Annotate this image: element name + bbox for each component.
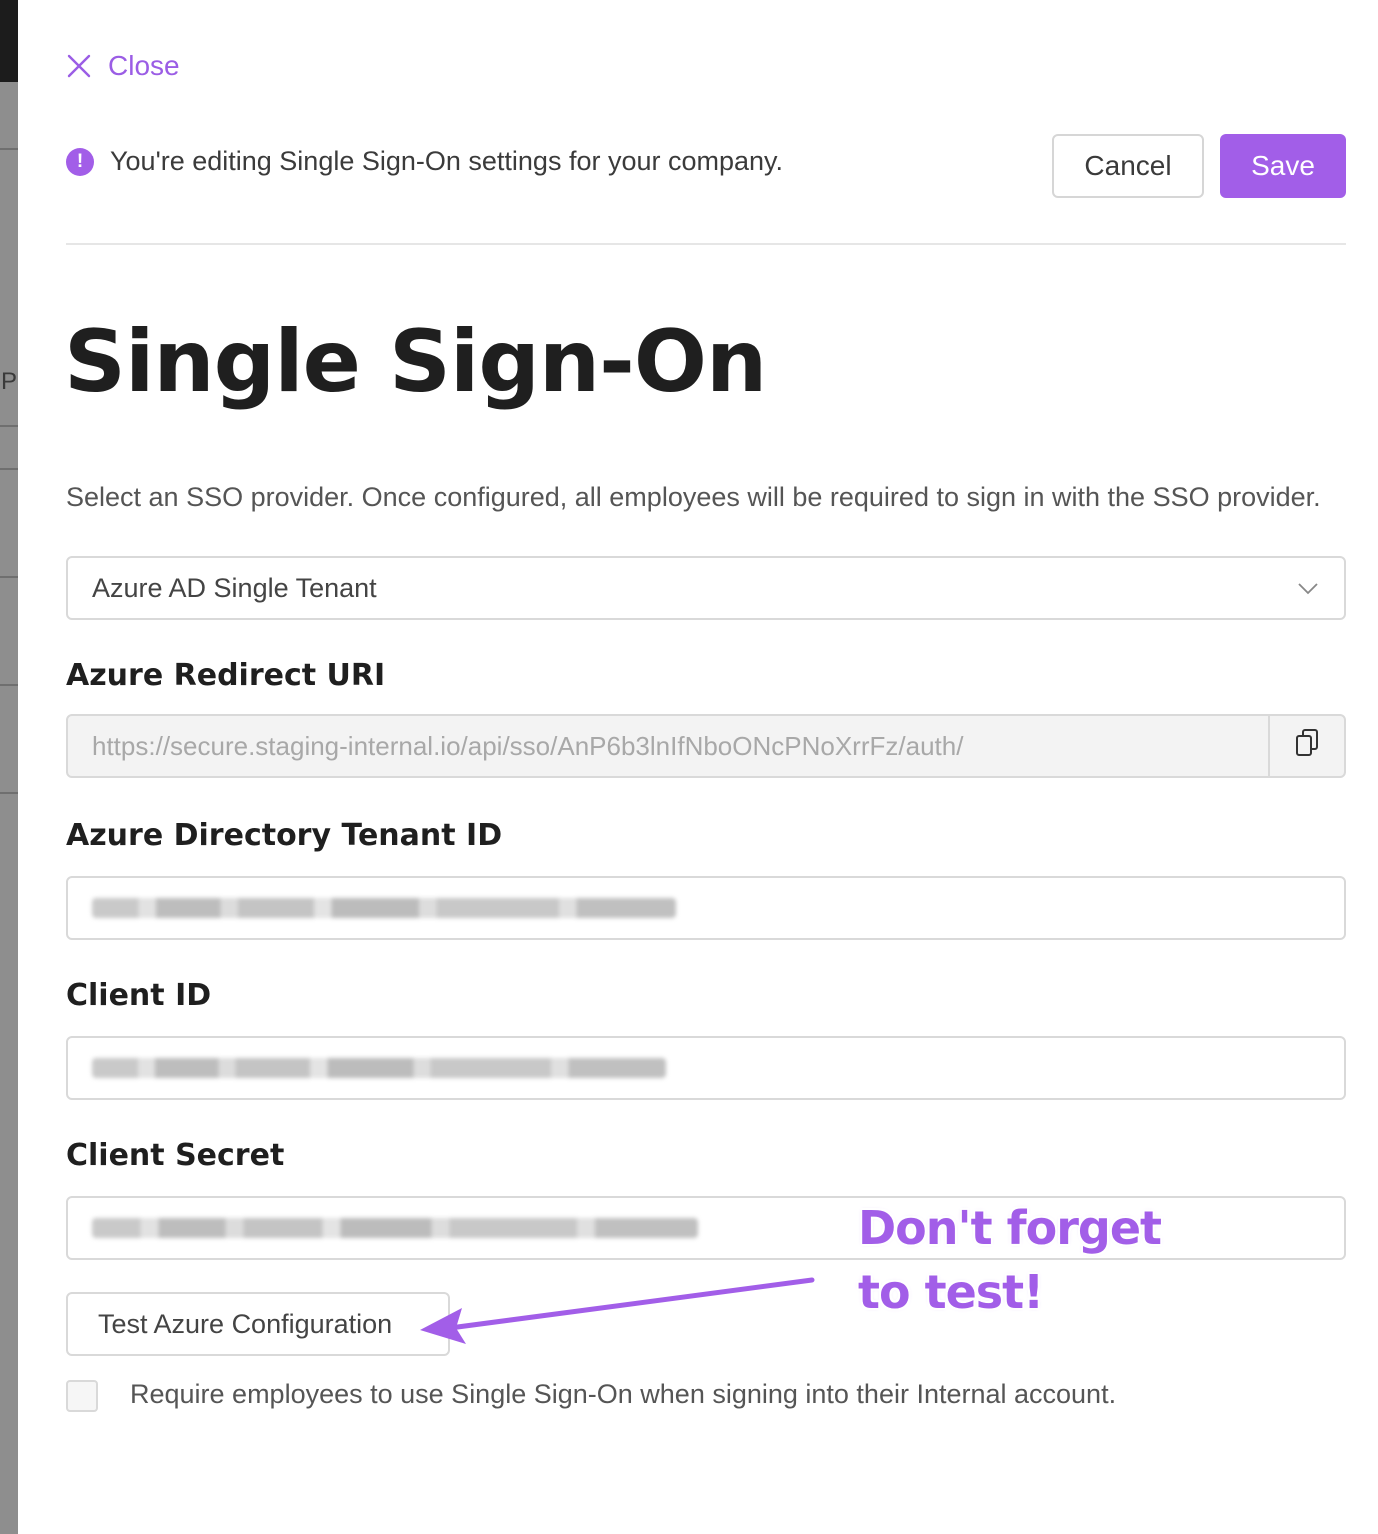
redacted-value [92, 1058, 666, 1078]
chevron-down-icon [1296, 576, 1320, 607]
save-button[interactable]: Save [1220, 134, 1346, 198]
page-title: Single Sign-On [64, 312, 767, 412]
copy-icon [1294, 728, 1320, 765]
background-topbar [0, 0, 18, 82]
sso-provider-select[interactable]: Azure AD Single Tenant [66, 556, 1346, 620]
background-divider [0, 684, 18, 686]
sso-provider-selected-value: Azure AD Single Tenant [92, 572, 377, 603]
background-divider [0, 576, 18, 578]
close-icon [66, 53, 92, 79]
redacted-value [92, 1218, 698, 1238]
close-label: Close [108, 50, 180, 81]
info-icon: ! [66, 147, 94, 176]
copy-button[interactable] [1268, 716, 1344, 776]
annotation-arrow-icon [420, 1277, 815, 1344]
client-secret-label: Client Secret [66, 1138, 285, 1173]
require-sso-checkbox[interactable] [66, 1380, 98, 1412]
close-button[interactable]: Close [66, 48, 180, 84]
redacted-value [92, 898, 676, 918]
cancel-button[interactable]: Cancel [1052, 134, 1204, 198]
require-sso-label: Require employees to use Single Sign-On … [130, 1379, 1117, 1409]
editing-notice-text: You're editing Single Sign-On settings f… [110, 146, 784, 176]
redirect-uri-label: Azure Redirect URI [66, 658, 386, 693]
test-azure-configuration-button[interactable]: Test Azure Configuration [66, 1292, 450, 1356]
annotation-line-2: to test! [858, 1265, 1044, 1319]
editing-notice: ! You're editing Single Sign-On settings… [66, 146, 783, 177]
background-divider [0, 425, 18, 427]
tenant-id-field[interactable] [66, 876, 1346, 940]
annotation-line-1: Don't forget [858, 1201, 1162, 1255]
client-id-label: Client ID [66, 978, 212, 1013]
page-description: Select an SSO provider. Once configured,… [66, 482, 1321, 512]
client-id-field[interactable] [66, 1036, 1346, 1100]
background-divider [0, 468, 18, 470]
background-page-strip: P [0, 0, 18, 1534]
background-divider [0, 148, 18, 150]
header-divider [66, 243, 1346, 245]
annotation-callout: Don't forget to test! [858, 1196, 1162, 1324]
redirect-uri-field: https://secure.staging-internal.io/api/s… [66, 714, 1346, 778]
background-partial-text: P [1, 368, 18, 395]
redirect-uri-value: https://secure.staging-internal.io/api/s… [92, 730, 964, 761]
tenant-id-label: Azure Directory Tenant ID [66, 818, 503, 853]
background-divider [0, 792, 18, 794]
